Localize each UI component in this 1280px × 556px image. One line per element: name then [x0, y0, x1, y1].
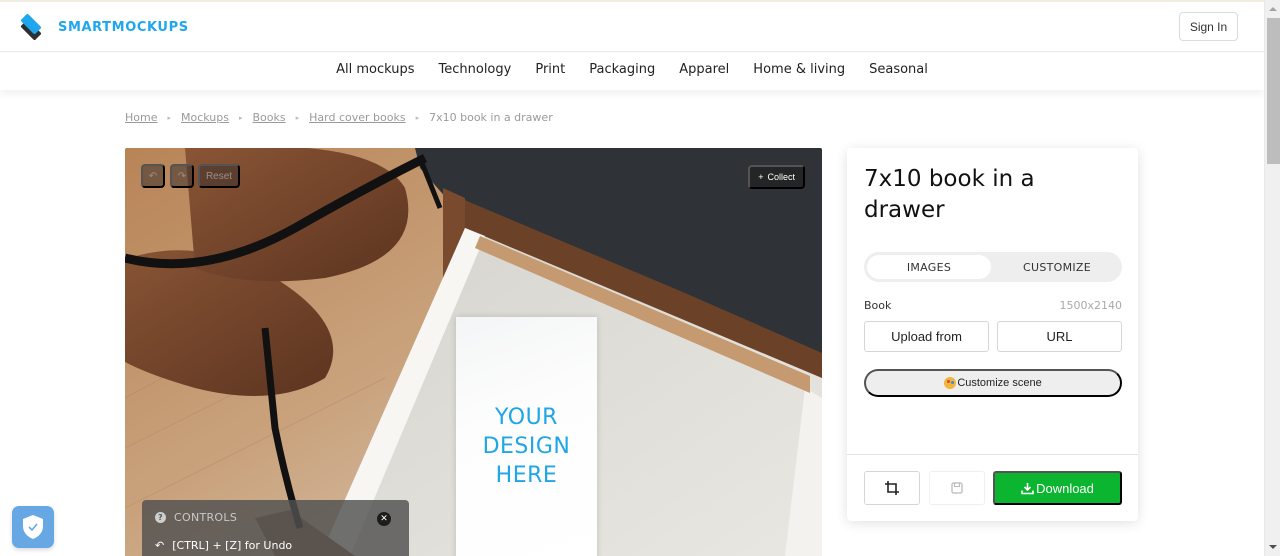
book-design-placeholder[interactable]: YOUR DESIGN HERE	[456, 317, 597, 556]
mockup-preview[interactable]: ↶ ↷ Reset + Collect YOUR DESIGN HERE ? C…	[125, 148, 822, 556]
slot-size: 1500x2140	[1059, 299, 1123, 312]
controls-title: CONTROLS	[174, 511, 238, 524]
save-button[interactable]	[929, 471, 985, 505]
nav-item-print[interactable]: Print	[523, 53, 577, 90]
mockup-panel: 7x10 book in a drawer IMAGES CUSTOMIZE B…	[847, 148, 1138, 521]
undo-icon: ↶	[148, 170, 158, 182]
panel-divider	[847, 454, 1138, 455]
breadcrumb-hard-cover-books[interactable]: Hard cover books	[309, 111, 405, 124]
slot-label: Book	[864, 299, 892, 312]
url-button[interactable]: URL	[997, 321, 1122, 352]
breadcrumb-current: 7x10 book in a drawer	[429, 111, 553, 124]
mockup-title: 7x10 book in a drawer	[864, 166, 1035, 223]
your-design-here-text: YOUR DESIGN HERE	[482, 405, 571, 488]
scroll-up-arrow-icon[interactable]	[1269, 7, 1277, 11]
collect-button[interactable]: + Collect	[748, 165, 805, 189]
crop-icon	[885, 481, 899, 495]
palette-icon	[944, 377, 957, 389]
nav-item-home-living[interactable]: Home & living	[741, 53, 857, 90]
nav-item-seasonal[interactable]: Seasonal	[857, 53, 940, 90]
layers-logo-icon	[18, 13, 46, 41]
save-icon	[951, 482, 963, 494]
reset-button[interactable]: Reset	[198, 164, 240, 188]
undo-hint-icon: ↶	[155, 539, 165, 552]
collect-label: Collect	[767, 172, 795, 182]
sign-in-button[interactable]: Sign In	[1179, 12, 1238, 41]
breadcrumb-books[interactable]: Books	[253, 111, 286, 124]
download-button[interactable]: Download	[993, 471, 1122, 505]
breadcrumb-separator-icon: ▸	[167, 113, 171, 122]
page-scrollbar[interactable]	[1264, 0, 1280, 556]
shield-check-icon	[23, 515, 43, 539]
scroll-thumb[interactable]	[1267, 18, 1280, 164]
controls-panel: ? CONTROLS ✕ ↶ [CTRL] + [Z] for Undo	[142, 500, 409, 556]
logo[interactable]: SMARTMOCKUPS	[18, 13, 189, 41]
breadcrumb-mockups[interactable]: Mockups	[181, 111, 229, 124]
download-icon	[1021, 482, 1034, 494]
nav-item-apparel[interactable]: Apparel	[667, 53, 741, 90]
privacy-shield-button[interactable]	[12, 506, 54, 548]
undo-hint: [CTRL] + [Z] for Undo	[172, 539, 293, 552]
nav-item-all-mockups[interactable]: All mockups	[324, 53, 426, 90]
site-header: SMARTMOCKUPS Sign In	[0, 2, 1264, 52]
download-label: Download	[1036, 480, 1094, 496]
close-controls-icon[interactable]: ✕	[377, 512, 391, 526]
breadcrumb-separator-icon: ▸	[295, 113, 300, 122]
nav-item-technology[interactable]: Technology	[427, 53, 524, 90]
breadcrumb-separator-icon: ▸	[239, 113, 243, 122]
category-nav: All mockups Technology Print Packaging A…	[0, 53, 1264, 90]
crop-button[interactable]	[864, 471, 920, 505]
breadcrumb-home[interactable]: Home	[125, 111, 157, 124]
customize-scene-button[interactable]: Customize scene	[864, 369, 1122, 397]
breadcrumb-separator-icon: ▸	[415, 113, 420, 122]
redo-button[interactable]: ↷	[170, 164, 194, 188]
redo-icon: ↷	[177, 170, 187, 182]
scroll-down-arrow-icon[interactable]	[1269, 545, 1277, 549]
plus-icon: +	[758, 172, 764, 182]
customize-scene-label: Customize scene	[957, 377, 1042, 389]
upload-from-button[interactable]: Upload from	[864, 321, 989, 352]
brand-name: SMARTMOCKUPS	[58, 19, 189, 35]
tab-customize[interactable]: CUSTOMIZE	[995, 255, 1119, 279]
panel-tabs: IMAGES CUSTOMIZE	[864, 252, 1122, 282]
nav-item-packaging[interactable]: Packaging	[577, 53, 667, 90]
undo-button[interactable]: ↶	[141, 164, 165, 188]
breadcrumb: Home ▸ Mockups ▸ Books ▸ Hard cover book…	[125, 111, 553, 124]
help-icon: ?	[155, 512, 166, 523]
tab-images[interactable]: IMAGES	[867, 255, 991, 279]
